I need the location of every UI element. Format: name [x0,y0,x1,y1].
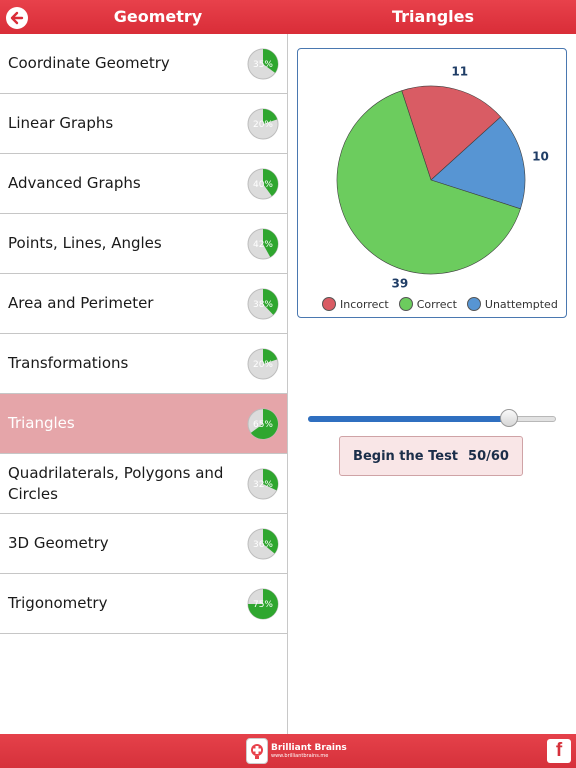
topic-label: Coordinate Geometry [8,54,170,72]
legend-swatch [398,297,413,311]
footer-bar: Brilliant Brains www.brilliantbrains.me … [0,734,576,768]
progress-circle-icon: 65% [247,408,279,440]
facebook-button[interactable]: f [547,739,571,763]
topic-row[interactable]: 3D Geometry 36% [0,514,287,574]
slider-thumb[interactable] [500,409,518,427]
question-count-label: 50/60 [468,448,509,464]
progress-percent: 65% [253,420,273,430]
progress-percent: 38% [253,300,273,310]
brand-name: Brilliant Brains [271,743,347,753]
brand-logo[interactable]: Brilliant Brains www.brilliantbrains.me [246,737,347,765]
topic-label: Transformations [8,354,129,372]
legend-swatch [466,297,481,311]
topic-label: Quadrilaterals, Polygons and Circles [8,463,224,503]
progress-circle-icon: 42% [247,228,279,260]
pie-value-label: 11 [451,65,468,79]
progress-percent: 20% [253,120,273,130]
progress-circle-icon: 20% [247,348,279,380]
pie-value-label: 10 [532,149,549,163]
progress-percent: 40% [253,180,273,190]
progress-circle-icon: 75% [247,588,279,620]
topic-row[interactable]: Coordinate Geometry 35% [0,34,287,94]
facebook-icon: f [555,740,563,761]
progress-circle-icon: 36% [247,528,279,560]
slider-fill [308,416,509,422]
legend-swatch [322,297,336,311]
brand-url: www.brilliantbrains.me [271,753,329,759]
topic-row[interactable]: Advanced Graphs 40% [0,154,287,214]
begin-test-label: Begin the Test [353,448,459,464]
triangles-title: Triangles [391,7,475,26]
legend-label: Incorrect [340,297,389,311]
brain-logo-icon [246,738,268,764]
topic-row[interactable]: Linear Graphs 20% [0,94,287,154]
progress-circle-icon: 38% [247,288,279,320]
topic-row[interactable]: Trigonometry 75% [0,574,287,634]
pie-chart-svg: 11 10 39 [336,65,549,290]
progress-percent: 35% [253,60,273,70]
legend-item: Unattempted [466,297,558,311]
progress-percent: 42% [253,240,273,250]
chart-legend: Incorrect Correct Unattempted [322,297,558,311]
topic-row[interactable]: Triangles 65% [0,394,287,454]
progress-circle-icon: 32% [247,468,279,500]
topic-label: Area and Perimeter [8,294,154,312]
topic-row[interactable]: Transformations 20% [0,334,287,394]
topic-label: 3D Geometry [8,534,109,552]
results-pie-chart: 11 10 39 Incorrect Correct Unattempted [297,48,567,318]
topic-label: Points, Lines, Angles [8,234,162,252]
progress-circle-icon: 40% [247,168,279,200]
topic-label: Advanced Graphs [8,174,141,192]
progress-circle-icon: 35% [247,48,279,80]
topic-label: Linear Graphs [8,114,114,132]
progress-percent: 36% [253,540,273,550]
progress-percent: 75% [253,600,273,610]
legend-label: Unattempted [484,297,558,311]
topic-list: Coordinate Geometry 35% Linear Graphs 20% Ad… [0,34,288,734]
question-count-slider[interactable] [308,408,556,428]
topic-label: Triangles [8,414,75,432]
begin-test-button[interactable]: Begin the Test 50/60 [339,436,523,476]
legend-item: Correct [398,297,457,311]
progress-percent: 32% [253,480,273,490]
topic-row[interactable]: Area and Perimeter 38% [0,274,287,334]
geometry-title: Geometry [113,7,203,26]
topic-row[interactable]: Quadrilaterals, Polygons and Circles 32% [0,454,287,514]
legend-label: Correct [416,297,457,311]
pie-value-label: 39 [391,276,408,289]
legend-item: Incorrect [322,297,389,311]
progress-percent: 20% [253,360,273,370]
progress-circle-icon: 20% [247,108,279,140]
topic-row[interactable]: Points, Lines, Angles 42% [0,214,287,274]
top-bar: Geometry Triangles [0,0,576,34]
topic-label: Trigonometry [8,594,108,612]
